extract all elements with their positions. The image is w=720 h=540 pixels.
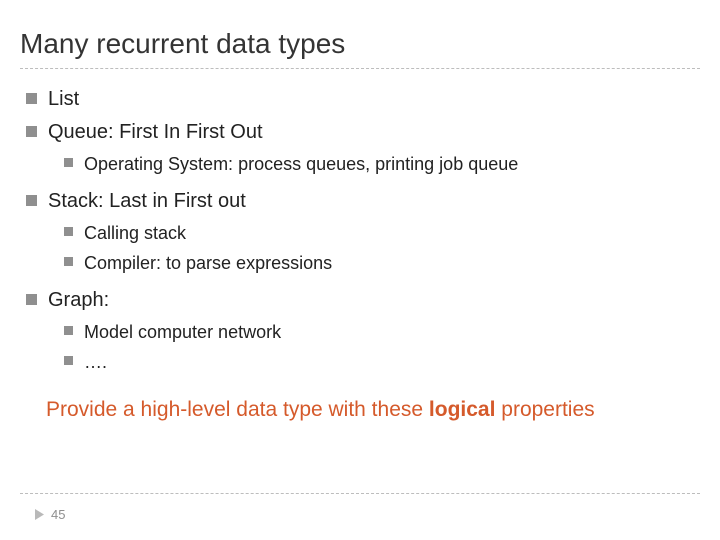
footer-divider (20, 493, 700, 494)
slide-title: Many recurrent data types (0, 0, 720, 68)
list-item: List (24, 85, 702, 114)
list-item: Calling stack (62, 220, 702, 246)
list-item: Compiler: to parse expressions (62, 250, 702, 276)
bullet-text: Compiler: to parse expressions (84, 253, 332, 273)
page-number-container: 45 (35, 507, 65, 522)
sub-list: Calling stack Compiler: to parse express… (48, 220, 702, 276)
conclusion-bold: logical (429, 398, 496, 421)
bullet-text: Operating System: process queues, printi… (84, 154, 518, 174)
conclusion-prefix: Provide a high-level data type with thes… (46, 398, 429, 421)
slide-content: List Queue: First In First Out Operating… (0, 69, 720, 426)
list-item: Model computer network (62, 319, 702, 345)
bullet-text: List (48, 88, 79, 110)
sub-list: Model computer network …. (48, 319, 702, 375)
bullet-list: List Queue: First In First Out Operating… (18, 85, 702, 375)
sub-list: Operating System: process queues, printi… (48, 151, 702, 177)
list-item: Operating System: process queues, printi… (62, 151, 702, 177)
list-item: Graph: Model computer network …. (24, 286, 702, 375)
list-item: Stack: Last in First out Calling stack C… (24, 187, 702, 276)
bullet-text: Graph: (48, 289, 109, 311)
conclusion-suffix: properties (495, 398, 594, 421)
bullet-text: Model computer network (84, 322, 281, 342)
bullet-text: Calling stack (84, 223, 186, 243)
bullet-text: …. (84, 352, 107, 372)
page-number: 45 (51, 507, 65, 522)
slide: Many recurrent data types List Queue: Fi… (0, 0, 720, 540)
bullet-text: Stack: Last in First out (48, 190, 246, 212)
bullet-text: Queue: First In First Out (48, 121, 263, 143)
list-item: Queue: First In First Out Operating Syst… (24, 118, 702, 177)
conclusion-line: Provide a high-level data type with thes… (46, 395, 680, 425)
list-item: …. (62, 349, 702, 375)
page-bullet-icon (35, 509, 44, 520)
